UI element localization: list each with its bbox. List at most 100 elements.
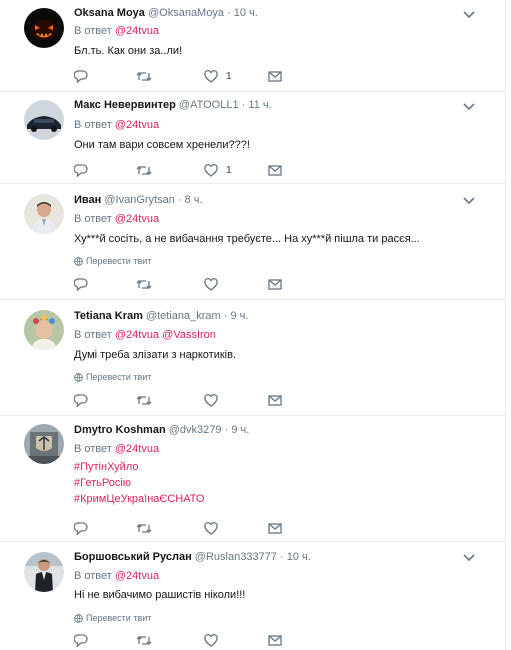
separator-dot: · — [279, 551, 284, 563]
retweet-icon — [136, 165, 152, 175]
tweet-text: Бл.ть. Как они за..ли! — [74, 45, 183, 57]
display-name[interactable]: Иван — [74, 194, 101, 206]
tweet[interactable]: Макс Невервинтер @ATOOLL1 · 11 ч. В отве… — [0, 92, 505, 184]
tweet[interactable]: Dmytro Koshman @dvk3279 · 9 ч. В ответ @… — [0, 416, 505, 542]
hashtag-link[interactable]: #ПутінХуйло — [74, 459, 204, 475]
hashtag-link[interactable]: #ГетьРосію — [74, 475, 204, 491]
timestamp[interactable]: 11 ч. — [248, 99, 271, 111]
avatar[interactable] — [24, 194, 64, 234]
tweet-actions — [74, 277, 294, 291]
avatar[interactable] — [24, 100, 64, 140]
reply-context: В ответ @24tvua @VassIron — [74, 328, 216, 342]
avatar[interactable] — [24, 310, 64, 350]
like-button[interactable]: 1 — [204, 69, 232, 83]
like-button[interactable] — [204, 633, 226, 647]
reply-mention-link[interactable]: @24tvua — [115, 25, 159, 37]
hashtag-list: #ПутінХуйло #ГетьРосію #КримЦеУкраїнаЄСН… — [74, 459, 204, 507]
like-button[interactable] — [204, 393, 226, 407]
retweet-icon — [136, 71, 152, 81]
heart-icon — [204, 69, 218, 83]
direct-message-button[interactable] — [268, 633, 282, 647]
reply-button[interactable] — [74, 163, 96, 177]
chevron-down-icon[interactable] — [463, 11, 475, 19]
avatar[interactable] — [24, 424, 64, 464]
timestamp[interactable]: 8 ч. — [185, 194, 203, 206]
tweet[interactable]: Иван @IvanGrytsan · 8 ч. В ответ @24tvua… — [0, 184, 505, 300]
translate-tweet-link[interactable]: Перевести твит — [74, 612, 151, 624]
user-handle[interactable]: @Ruslan333777 — [195, 551, 277, 563]
reply-button[interactable] — [74, 521, 96, 535]
user-handle[interactable]: @IvanGrytsan — [104, 194, 174, 206]
reply-button[interactable] — [74, 277, 96, 291]
user-handle[interactable]: @ATOOLL1 — [179, 99, 239, 111]
separator-dot: · — [224, 424, 229, 436]
user-handle[interactable]: @dvk3279 — [169, 424, 222, 436]
chevron-down-icon[interactable] — [463, 197, 475, 205]
reply-icon — [74, 521, 88, 535]
hashtag-link[interactable]: #КримЦеУкраїнаЄСНАТО — [74, 491, 204, 507]
display-name[interactable]: Dmytro Koshman — [74, 424, 166, 436]
retweet-button[interactable] — [136, 277, 160, 291]
reply-button[interactable] — [74, 633, 96, 647]
retweet-icon — [136, 523, 152, 533]
reply-mention-link[interactable]: @24tvua — [115, 570, 159, 582]
retweet-button[interactable] — [136, 521, 160, 535]
timestamp[interactable]: 9 ч. — [231, 310, 249, 322]
reply-icon — [74, 69, 88, 83]
tweet-header: Макс Невервинтер @ATOOLL1 · 11 ч. — [74, 98, 272, 112]
translate-tweet-link[interactable]: Перевести твит — [74, 371, 151, 383]
timestamp[interactable]: 10 ч. — [287, 551, 311, 563]
direct-message-button[interactable] — [268, 69, 282, 83]
separator-dot: · — [223, 310, 228, 322]
reply-prefix: В ответ — [74, 119, 112, 131]
tweet-actions — [74, 521, 294, 535]
display-name[interactable]: Tetiana Kram — [74, 310, 143, 322]
reply-prefix: В ответ — [74, 443, 112, 455]
direct-message-button[interactable] — [268, 393, 282, 407]
translate-tweet-link[interactable]: Перевести твит — [74, 255, 151, 267]
reply-mention-link[interactable]: @24tvua — [115, 213, 159, 225]
reply-prefix: В ответ — [74, 213, 112, 225]
tweet[interactable]: Oksana Moya @OksanaMoya · 10 ч. В ответ … — [0, 0, 505, 92]
display-name[interactable]: Боршовський Руслан — [74, 551, 192, 563]
avatar[interactable] — [24, 552, 64, 592]
reply-mention-link[interactable]: @24tvua — [115, 443, 159, 455]
direct-message-button[interactable] — [268, 277, 282, 291]
retweet-button[interactable] — [136, 633, 160, 647]
display-name[interactable]: Oksana Moya — [74, 7, 145, 19]
reply-icon — [74, 277, 88, 291]
user-handle[interactable]: @tetiana_kram — [146, 310, 221, 322]
tweet-actions: 1 — [74, 69, 294, 83]
reply-icon — [74, 393, 88, 407]
like-button[interactable] — [204, 521, 226, 535]
reply-button[interactable] — [74, 393, 96, 407]
translate-label: Перевести твит — [86, 256, 152, 266]
display-name[interactable]: Макс Невервинтер — [74, 99, 176, 111]
retweet-button[interactable] — [136, 393, 160, 407]
retweet-button[interactable] — [136, 69, 160, 83]
retweet-button[interactable] — [136, 163, 160, 177]
timestamp[interactable]: 9 ч. — [231, 424, 249, 436]
reply-mention-link[interactable]: @24tvua — [115, 119, 159, 131]
reply-mention-link[interactable]: @24tvua — [115, 329, 159, 341]
reply-icon — [74, 633, 88, 647]
reply-mention-link[interactable]: @VassIron — [162, 329, 216, 341]
tweet[interactable]: Tetiana Kram @tetiana_kram · 9 ч. В отве… — [0, 300, 505, 416]
envelope-icon — [268, 634, 282, 646]
tweet-header: Иван @IvanGrytsan · 8 ч. — [74, 193, 203, 207]
tweet[interactable]: Боршовський Руслан @Ruslan333777 · 10 ч.… — [0, 542, 505, 650]
chevron-down-icon[interactable] — [463, 554, 475, 562]
user-handle[interactable]: @OksanaMoya — [148, 7, 224, 19]
timestamp[interactable]: 10 ч. — [234, 7, 258, 19]
avatar[interactable] — [24, 8, 64, 48]
envelope-icon — [268, 278, 282, 290]
direct-message-button[interactable] — [268, 163, 282, 177]
tweet-actions — [74, 633, 294, 647]
like-button[interactable] — [204, 277, 226, 291]
reply-button[interactable] — [74, 69, 96, 83]
heart-icon — [204, 277, 218, 291]
reply-prefix: В ответ — [74, 570, 112, 582]
direct-message-button[interactable] — [268, 521, 282, 535]
chevron-down-icon[interactable] — [463, 103, 475, 111]
like-button[interactable]: 1 — [204, 163, 232, 177]
